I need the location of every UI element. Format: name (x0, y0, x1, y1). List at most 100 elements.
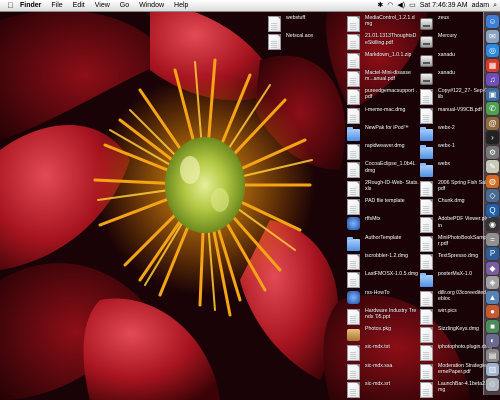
document-icon (420, 253, 433, 270)
document-icon (420, 89, 433, 106)
finder-icon[interactable]: ☺ (486, 15, 499, 28)
app-icon[interactable]: ◆ (486, 261, 499, 275)
documents-icon[interactable]: ▥ (486, 363, 499, 376)
desktop-icon-label: rss-HowTo (365, 289, 390, 296)
desktop-icon[interactable]: sic-mdx.srt (347, 380, 419, 400)
desktop-icon-label: sic-mdx.txt (365, 344, 390, 351)
folder-icon (420, 163, 433, 178)
desktop-icon-label: sic-mdx.ssa (365, 362, 393, 369)
desktop-icon-label: sic-mdx.srt (365, 381, 391, 387)
desktop-icon-label: Markdown_1.0.1.zip (365, 51, 412, 58)
document-icon (347, 253, 360, 270)
document-icon (420, 345, 433, 362)
menu-finder[interactable]: Finder (15, 0, 46, 11)
bluetooth-icon[interactable]: ✱ (377, 0, 383, 11)
app-icon[interactable]: ◈ (486, 276, 499, 289)
desktop-icon-label: Hardware Industry Trends '05.ppt (365, 307, 417, 320)
desktop-icon-label: MediaControl_1.2.1.d mg (365, 15, 415, 28)
document-icon (347, 199, 360, 215)
ichat-icon[interactable]: ✆ (486, 102, 499, 115)
document-icon (347, 308, 360, 325)
document-icon (420, 180, 433, 197)
dvd-icon[interactable]: ◉ (486, 218, 499, 231)
document-icon (347, 162, 360, 179)
document-icon (347, 144, 360, 161)
desktop-icon-label: i-meme-mac.dmg (365, 106, 406, 113)
app-icon[interactable]: ■ (486, 319, 499, 333)
calculator-icon[interactable]: = (486, 232, 499, 246)
menubar-clock[interactable]: Sat 7:46:39 AM (420, 2, 468, 9)
desktop-icon[interactable]: Netscal.ace (268, 32, 340, 56)
desktop-icon-label: AuthorTemplate (365, 234, 402, 241)
ical-icon[interactable]: ▦ (486, 58, 499, 72)
spotlight-icon[interactable]: ⌕ (493, 0, 497, 11)
hard-disk-icon (420, 72, 433, 85)
folder-icon (420, 273, 433, 288)
document-icon (347, 34, 360, 51)
textedit-icon[interactable]: ✎ (486, 160, 499, 173)
document-icon (420, 235, 433, 252)
app-icon[interactable]: ◐ (486, 334, 499, 347)
menu-file[interactable]: File (46, 0, 67, 11)
hard-disk-icon (420, 36, 433, 49)
folder-icon (347, 236, 360, 251)
folder-icon (420, 126, 433, 141)
desktop-icon-label: Mactel-Mini-disassem...anual.pdf (365, 69, 411, 83)
menu-help[interactable]: Help (169, 0, 193, 11)
desktop-icon-label: Photos.pkg (365, 326, 391, 333)
desktop-icon-label: iscrobbler-1.2.dmg (365, 252, 408, 259)
photoshop-icon[interactable]: P (486, 247, 499, 260)
desktop-icon-label: PAD file template (365, 198, 405, 204)
desktop-icon-label: webstuff (286, 15, 306, 21)
document-icon (420, 199, 433, 215)
desktop[interactable]:  Finder File Edit View Go Window Help ✱… (0, 0, 500, 400)
package-icon (347, 329, 360, 342)
hard-disk-icon (420, 18, 433, 30)
document-icon (347, 382, 360, 398)
app-icon[interactable]: ● (486, 305, 499, 318)
menu-bar:  Finder File Edit View Go Window Help ✱… (0, 0, 500, 12)
folder-icon (420, 145, 433, 160)
document-icon (347, 107, 360, 124)
document-icon (420, 308, 433, 325)
app-icon[interactable]: ▲ (486, 290, 499, 304)
safari-icon[interactable]: ◎ (486, 44, 499, 57)
menubar-user[interactable]: adam (472, 2, 490, 9)
network-icon[interactable]: ◇ (486, 189, 499, 202)
trash-icon[interactable]: ♲ (486, 377, 499, 391)
document-icon (420, 363, 433, 380)
wifi-icon[interactable]: ◠ (387, 0, 393, 11)
document-icon (420, 290, 433, 307)
iphoto-icon[interactable]: ▣ (486, 87, 499, 101)
document-icon (347, 89, 360, 106)
quicktime-icon[interactable]: Q (486, 203, 499, 217)
menu-edit[interactable]: Edit (68, 0, 90, 11)
itunes-icon[interactable]: ♫ (486, 73, 499, 86)
app-icon[interactable]: ▤ (486, 348, 499, 362)
desktop-icon-label: CocoaEclipse_1.0b4L dmg (365, 161, 416, 174)
firefox-icon[interactable]: ◍ (486, 174, 499, 188)
apple-icon[interactable]:  (6, 1, 15, 10)
desktop-icon-label: rapidweaver.dmg (365, 143, 405, 150)
menu-go[interactable]: Go (115, 0, 134, 11)
volume-icon[interactable]: ◀) (397, 0, 405, 11)
terminal-icon[interactable]: › (486, 131, 499, 144)
hard-disk-icon (420, 54, 433, 67)
document-icon (268, 34, 281, 51)
document-icon (420, 382, 433, 398)
addressbook-icon[interactable]: @ (486, 116, 499, 130)
desktop-icon-label: Netscal.ace (286, 33, 314, 40)
application-icon (347, 217, 360, 231)
battery-icon[interactable]: ▭ (409, 0, 416, 11)
menu-window[interactable]: Window (134, 0, 169, 11)
document-icon (420, 107, 433, 124)
document-icon (347, 345, 360, 362)
document-icon (268, 16, 281, 32)
desktop-icon[interactable]: LaunchBar-4.1beta2.dmg (420, 380, 492, 400)
desktop-icon-label: rffsMtx (365, 216, 381, 223)
menu-view[interactable]: View (90, 0, 115, 11)
mail-icon[interactable]: ✉ (486, 29, 499, 43)
preferences-icon[interactable]: ⚙ (486, 145, 499, 159)
desktop-icon-label: 2Rough-ID-Web- Stats.xls (365, 179, 419, 192)
folder-icon (347, 126, 360, 141)
